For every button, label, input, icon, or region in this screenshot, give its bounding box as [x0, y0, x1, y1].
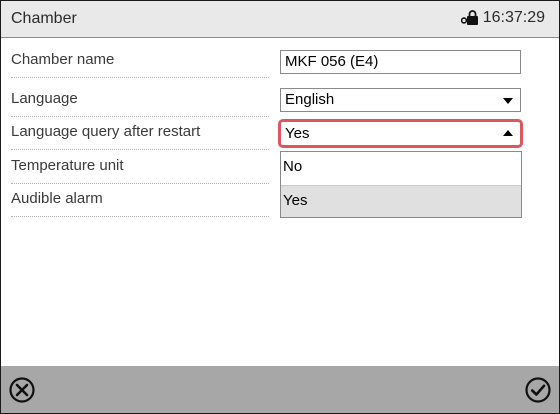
language-select-value: English	[285, 91, 335, 108]
setting-row-language: Language English	[1, 84, 559, 117]
chevron-up-icon	[503, 130, 513, 136]
language-query-options-list: No Yes	[280, 151, 522, 218]
dropdown-option-yes[interactable]: Yes	[281, 185, 521, 217]
setting-row-language-query: Language query after restart Yes	[1, 117, 559, 150]
setting-label: Language query after restart	[11, 123, 201, 140]
row-divider	[11, 216, 269, 217]
footer-bar	[1, 366, 559, 413]
setting-label: Temperature unit	[11, 157, 124, 174]
language-query-select[interactable]: Yes	[278, 119, 523, 148]
chamber-name-field[interactable]: MKF 056 (E4)	[280, 50, 521, 74]
dropdown-option-no[interactable]: No	[281, 152, 521, 184]
clock-time: 16:37:29	[482, 9, 545, 26]
device-screen: Chamber 16:37:29 Chamber name MKF 056 (E…	[0, 0, 560, 414]
setting-label: Chamber name	[11, 51, 115, 68]
setting-label: Audible alarm	[11, 190, 103, 207]
title-bar: Chamber 16:37:29	[1, 1, 559, 38]
row-divider	[11, 149, 269, 150]
page-title: Chamber	[11, 10, 77, 27]
language-select[interactable]: English	[280, 88, 521, 112]
cancel-circle-x-icon[interactable]	[8, 376, 36, 404]
row-divider	[11, 77, 269, 78]
chevron-down-icon	[503, 98, 513, 104]
confirm-circle-check-icon[interactable]	[524, 376, 552, 404]
lock-icon	[460, 10, 478, 25]
setting-row-chamber-name: Chamber name MKF 056 (E4)	[1, 45, 559, 78]
language-query-select-value: Yes	[285, 125, 310, 142]
status-area: 16:37:29	[460, 9, 545, 27]
setting-label: Language	[11, 90, 78, 107]
